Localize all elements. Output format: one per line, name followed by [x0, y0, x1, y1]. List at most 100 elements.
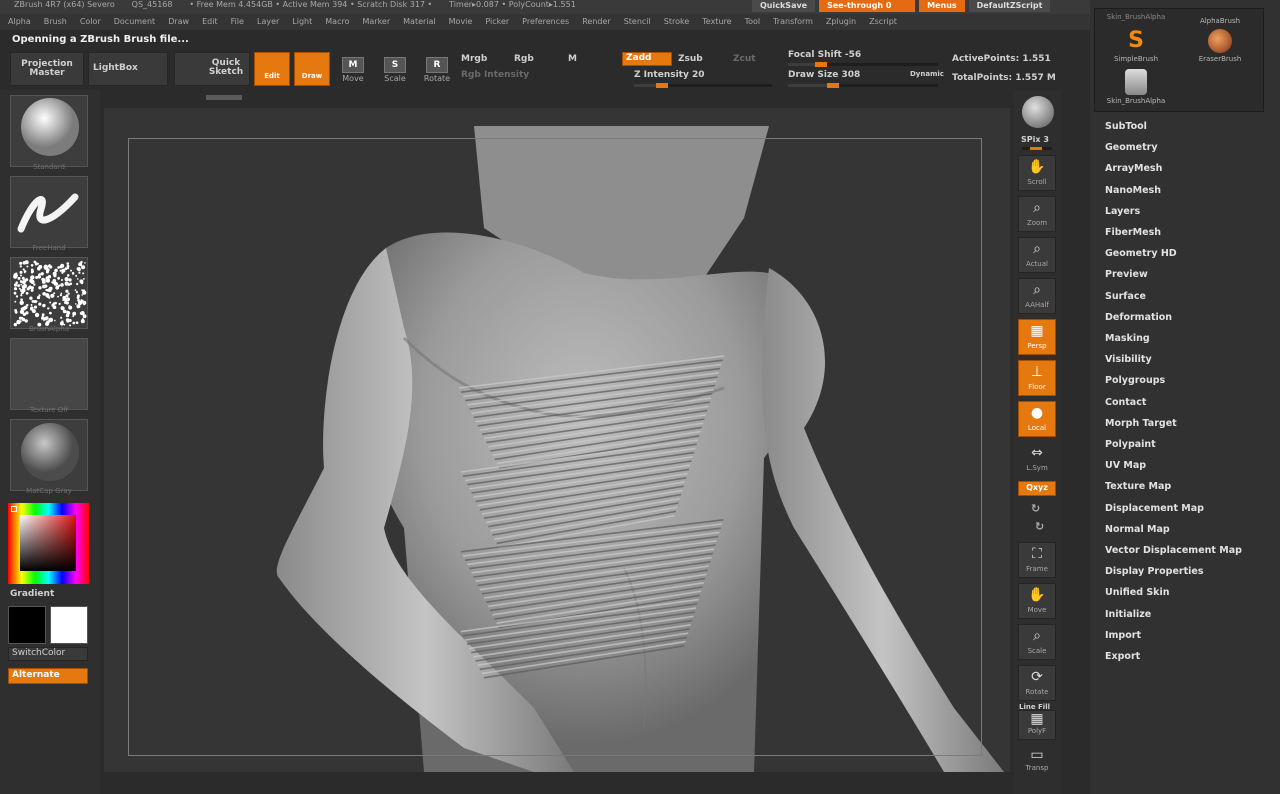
tool-menu-export[interactable]: Export: [1105, 651, 1140, 662]
simple-brush-item[interactable]: S SimpleBrush: [1101, 27, 1171, 63]
tool-menu-import[interactable]: Import: [1105, 630, 1141, 641]
menu-alpha[interactable]: Alpha: [0, 14, 36, 26]
transp-button[interactable]: ▭ Transp: [1018, 746, 1056, 778]
lightbox-button[interactable]: LightBox: [88, 52, 168, 86]
menu-movie[interactable]: Movie: [441, 14, 478, 26]
menu-macro[interactable]: Macro: [317, 14, 354, 26]
tool-menu-vector-displacement-map[interactable]: Vector Displacement Map: [1105, 545, 1242, 556]
local-button[interactable]: ● Local: [1018, 401, 1056, 437]
shelf-scroll-handle[interactable]: [206, 95, 242, 100]
frame-button[interactable]: ⛶ Frame: [1018, 542, 1056, 578]
menu-stencil[interactable]: Stencil: [616, 14, 656, 26]
draw-size-slider[interactable]: [788, 83, 938, 88]
draw-size-knob[interactable]: [827, 83, 839, 88]
m-toggle[interactable]: M: [568, 54, 577, 64]
actual-button[interactable]: ⌕ Actual: [1018, 237, 1056, 273]
menu-preferences[interactable]: Preferences: [514, 14, 574, 26]
projection-master-button[interactable]: Projection Master: [10, 52, 84, 86]
spix-track[interactable]: [1022, 147, 1052, 150]
menu-transform[interactable]: Transform: [765, 14, 818, 26]
tool-menu-visibility[interactable]: Visibility: [1105, 354, 1152, 365]
menu-zscript[interactable]: Zscript: [861, 14, 902, 26]
tool-menu-unified-skin[interactable]: Unified Skin: [1105, 587, 1170, 598]
main-color-swatch[interactable]: [8, 606, 46, 644]
spix-slider[interactable]: SPix 3: [1021, 135, 1049, 144]
z-intensity-knob[interactable]: [655, 83, 668, 88]
scroll-button[interactable]: ✋ Scroll: [1018, 155, 1056, 191]
tool-menu-geometry[interactable]: Geometry: [1105, 142, 1158, 153]
gradient-toggle[interactable]: Gradient: [10, 589, 54, 599]
menu-stroke[interactable]: Stroke: [656, 14, 695, 26]
menu-material[interactable]: Material: [395, 14, 441, 26]
aahalf-button[interactable]: ⌕ AAHalf: [1018, 278, 1056, 314]
switch-color-button[interactable]: SwitchColor: [8, 647, 88, 661]
floor-button[interactable]: ⊥ Floor: [1018, 360, 1056, 396]
menu-texture[interactable]: Texture: [694, 14, 736, 26]
color-picker[interactable]: [8, 503, 89, 584]
tool-menu-arraymesh[interactable]: ArrayMesh: [1105, 163, 1162, 174]
alternate-button[interactable]: Alternate: [8, 668, 88, 684]
see-through-slider[interactable]: See-through 0: [819, 0, 916, 12]
menu-zplugin[interactable]: Zplugin: [818, 14, 861, 26]
rgb-toggle[interactable]: Rgb: [514, 54, 534, 64]
rotate-tool[interactable]: R Rotate: [422, 57, 452, 83]
menu-draw[interactable]: Draw: [160, 14, 194, 26]
menu-render[interactable]: Render: [574, 14, 615, 26]
zadd-toggle[interactable]: Zadd: [622, 52, 672, 66]
focal-shift-slider[interactable]: [788, 62, 938, 67]
menu-light[interactable]: Light: [284, 14, 317, 26]
tool-menu-displacement-map[interactable]: Displacement Map: [1105, 503, 1204, 514]
draw-button[interactable]: Draw: [294, 52, 330, 86]
tool-menu-texture-map[interactable]: Texture Map: [1105, 481, 1171, 492]
tool-menu-subtool[interactable]: SubTool: [1105, 121, 1147, 132]
matcap-thumbnail[interactable]: [10, 419, 88, 491]
move-view-button[interactable]: ✋ Move: [1018, 583, 1056, 619]
tool-menu-geometry-hd[interactable]: Geometry HD: [1105, 248, 1177, 259]
stroke-thumbnail[interactable]: [10, 176, 88, 248]
zsub-toggle[interactable]: Zsub: [678, 54, 703, 64]
quick-sketch-button[interactable]: Quick Sketch: [174, 52, 250, 86]
tool-menu-polypaint[interactable]: Polypaint: [1105, 439, 1156, 450]
tool-menu-fibermesh[interactable]: FiberMesh: [1105, 227, 1161, 238]
menu-tool[interactable]: Tool: [737, 14, 766, 26]
menu-layer[interactable]: Layer: [249, 14, 284, 26]
skin-brush-item[interactable]: Skin_BrushAlpha: [1101, 69, 1171, 105]
tool-thumbnail[interactable]: [1022, 96, 1054, 128]
zcut-toggle[interactable]: Zcut: [733, 54, 756, 64]
tool-menu-preview[interactable]: Preview: [1105, 269, 1148, 280]
tool-menu-masking[interactable]: Masking: [1105, 333, 1150, 344]
color-picker-marker[interactable]: [11, 506, 17, 512]
menu-marker[interactable]: Marker: [354, 14, 395, 26]
rotate-y-icon[interactable]: ↻: [1031, 502, 1040, 515]
qxyz-button[interactable]: Qxyz: [1018, 481, 1056, 496]
tool-menu-layers[interactable]: Layers: [1105, 206, 1140, 217]
tool-menu-display-properties[interactable]: Display Properties: [1105, 566, 1203, 577]
z-intensity-slider[interactable]: [634, 83, 772, 88]
menu-picker[interactable]: Picker: [477, 14, 514, 26]
polyf-button[interactable]: ▦ PolyF: [1018, 710, 1056, 740]
edit-button[interactable]: Edit: [254, 52, 290, 86]
tool-menu-nanomesh[interactable]: NanoMesh: [1105, 185, 1161, 196]
quicksave-button[interactable]: QuickSave: [752, 0, 816, 12]
default-zscript-button[interactable]: DefaultZScript: [968, 0, 1051, 12]
menu-file[interactable]: File: [223, 14, 249, 26]
move-tool[interactable]: M Move: [338, 57, 368, 83]
rgb-intensity-slider[interactable]: Rgb Intensity: [461, 70, 529, 80]
tool-menu-surface[interactable]: Surface: [1105, 291, 1146, 302]
rotate-z-icon[interactable]: ↻: [1035, 520, 1044, 533]
color-picker-square[interactable]: [20, 515, 76, 571]
tool-menu-morph-target[interactable]: Morph Target: [1105, 418, 1177, 429]
material-thumbnail[interactable]: [10, 95, 88, 167]
tool-menu-normal-map[interactable]: Normal Map: [1105, 524, 1170, 535]
secondary-color-swatch[interactable]: [50, 606, 88, 644]
tool-menu-polygroups[interactable]: Polygroups: [1105, 375, 1165, 386]
tool-menu-deformation[interactable]: Deformation: [1105, 312, 1172, 323]
lsym-button[interactable]: ⇔ L.Sym: [1018, 442, 1056, 478]
tool-menu-initialize[interactable]: Initialize: [1105, 609, 1151, 620]
menu-color[interactable]: Color: [72, 14, 106, 26]
focal-shift-knob[interactable]: [815, 62, 827, 67]
menu-edit[interactable]: Edit: [194, 14, 223, 26]
menu-brush[interactable]: Brush: [36, 14, 72, 26]
scale-tool[interactable]: S Scale: [380, 57, 410, 83]
mrgb-toggle[interactable]: Mrgb: [461, 54, 487, 64]
